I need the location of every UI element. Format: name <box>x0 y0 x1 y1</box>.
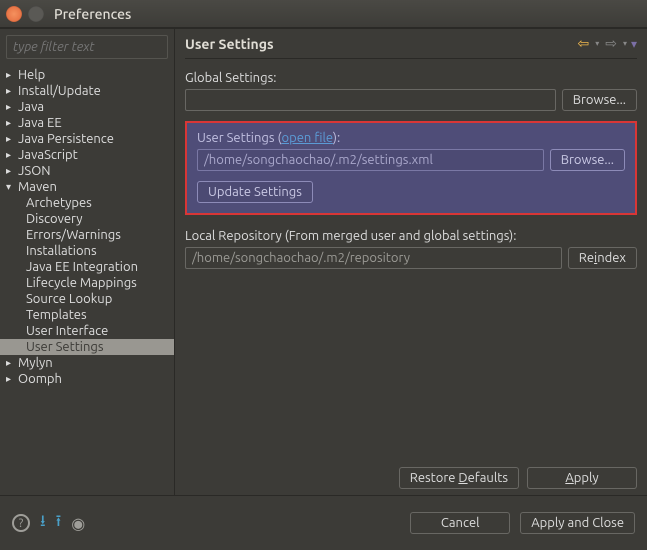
tree-item-java-ee-integration[interactable]: Java EE Integration <box>0 259 174 275</box>
window-title: Preferences <box>54 6 131 22</box>
cancel-button[interactable]: Cancel <box>410 512 510 534</box>
user-settings-input[interactable] <box>197 149 544 171</box>
forward-icon[interactable]: ⇨ <box>603 35 619 52</box>
twist-icon: ▾ <box>6 181 16 193</box>
global-settings-input[interactable] <box>185 89 556 111</box>
tree-item-java-ee[interactable]: ▸Java EE <box>0 115 174 131</box>
sidebar: ▸Help▸Install/Update▸Java▸Java EE▸Java P… <box>0 29 175 495</box>
twist-icon: ▸ <box>6 373 16 385</box>
tree-label: Java Persistence <box>18 132 114 146</box>
preferences-tree[interactable]: ▸Help▸Install/Update▸Java▸Java EE▸Java P… <box>0 65 174 495</box>
tree-item-errors-warnings[interactable]: Errors/Warnings <box>0 227 174 243</box>
twist-icon: ▸ <box>6 133 16 145</box>
import-icon[interactable]: ⭳ <box>40 510 46 537</box>
tree-label: Maven <box>18 180 57 194</box>
twist-icon: ▸ <box>6 101 16 113</box>
tree-item-install-update[interactable]: ▸Install/Update <box>0 83 174 99</box>
tree-label: Java <box>18 100 44 114</box>
tree-label: JavaScript <box>18 148 78 162</box>
window-controls <box>6 6 44 22</box>
twist-icon: ▸ <box>6 69 16 81</box>
tree-label: Archetypes <box>26 196 92 210</box>
tree-label: Mylyn <box>18 356 53 370</box>
view-menu-icon[interactable]: ▾ <box>631 37 637 51</box>
user-browse-button[interactable]: Browse... <box>550 149 625 171</box>
forward-menu-icon[interactable]: ▾ <box>623 39 627 48</box>
tree-label: Installations <box>26 244 97 258</box>
close-icon[interactable] <box>6 6 22 22</box>
global-browse-button[interactable]: Browse... <box>562 89 637 111</box>
tree-item-templates[interactable]: Templates <box>0 307 174 323</box>
restore-defaults-button[interactable]: Restore Defaults <box>399 467 519 489</box>
nav-arrows: ⇦ ▾ ⇨ ▾ ▾ <box>575 35 637 52</box>
reindex-button[interactable]: Reindex <box>568 247 637 269</box>
tree-item-oomph[interactable]: ▸Oomph <box>0 371 174 387</box>
twist-icon: ▸ <box>6 165 16 177</box>
page-title: User Settings <box>185 36 274 52</box>
tree-label: Oomph <box>18 372 62 386</box>
open-file-link[interactable]: open file <box>282 131 333 145</box>
user-settings-highlight: User Settings (open file): Browse... Upd… <box>185 121 637 215</box>
content-pane: User Settings ⇦ ▾ ⇨ ▾ ▾ Global Settings:… <box>175 29 647 495</box>
tree-item-archetypes[interactable]: Archetypes <box>0 195 174 211</box>
tree-label: Java EE <box>18 116 62 130</box>
local-repo-label: Local Repository (From merged user and g… <box>185 229 637 243</box>
tree-item-json[interactable]: ▸JSON <box>0 163 174 179</box>
titlebar: Preferences <box>0 0 647 28</box>
tree-label: Errors/Warnings <box>26 228 121 242</box>
twist-icon: ▸ <box>6 85 16 97</box>
tree-item-java[interactable]: ▸Java <box>0 99 174 115</box>
tree-label: User Settings <box>26 340 104 354</box>
tree-item-maven[interactable]: ▾Maven <box>0 179 174 195</box>
tree-label: User Interface <box>26 324 108 338</box>
content-header: User Settings ⇦ ▾ ⇨ ▾ ▾ <box>185 35 637 59</box>
footer: ? ⭳ ⭱ ◉ Cancel Apply and Close <box>0 495 647 550</box>
tree-item-mylyn[interactable]: ▸Mylyn <box>0 355 174 371</box>
user-settings-label: User Settings (open file): <box>197 131 625 145</box>
tree-item-user-settings[interactable]: User Settings <box>0 339 174 355</box>
tree-label: Lifecycle Mappings <box>26 276 137 290</box>
minimize-icon[interactable] <box>28 6 44 22</box>
twist-icon: ▸ <box>6 117 16 129</box>
tree-item-java-persistence[interactable]: ▸Java Persistence <box>0 131 174 147</box>
tree-label: Templates <box>26 308 87 322</box>
local-repo-input[interactable] <box>185 247 562 269</box>
apply-and-close-button[interactable]: Apply and Close <box>520 512 635 534</box>
tree-label: Discovery <box>26 212 83 226</box>
filter-input[interactable] <box>6 35 168 59</box>
tree-item-help[interactable]: ▸Help <box>0 67 174 83</box>
tree-item-user-interface[interactable]: User Interface <box>0 323 174 339</box>
back-menu-icon[interactable]: ▾ <box>595 39 599 48</box>
tree-item-source-lookup[interactable]: Source Lookup <box>0 291 174 307</box>
tree-label: JSON <box>18 164 51 178</box>
tree-item-lifecycle-mappings[interactable]: Lifecycle Mappings <box>0 275 174 291</box>
oomph-icon[interactable]: ◉ <box>71 514 85 533</box>
tree-label: Java EE Integration <box>26 260 138 274</box>
global-settings-label: Global Settings: <box>185 71 637 85</box>
tree-label: Source Lookup <box>26 292 112 306</box>
twist-icon: ▸ <box>6 149 16 161</box>
twist-icon: ▸ <box>6 357 16 369</box>
tree-label: Help <box>18 68 45 82</box>
tree-item-javascript[interactable]: ▸JavaScript <box>0 147 174 163</box>
tree-label: Install/Update <box>18 84 101 98</box>
back-icon[interactable]: ⇦ <box>575 35 591 52</box>
tree-item-installations[interactable]: Installations <box>0 243 174 259</box>
help-icon[interactable]: ? <box>12 514 30 532</box>
export-icon[interactable]: ⭱ <box>56 510 62 537</box>
update-settings-button[interactable]: Update Settings <box>197 181 313 203</box>
apply-button[interactable]: Apply <box>527 467 637 489</box>
tree-item-discovery[interactable]: Discovery <box>0 211 174 227</box>
